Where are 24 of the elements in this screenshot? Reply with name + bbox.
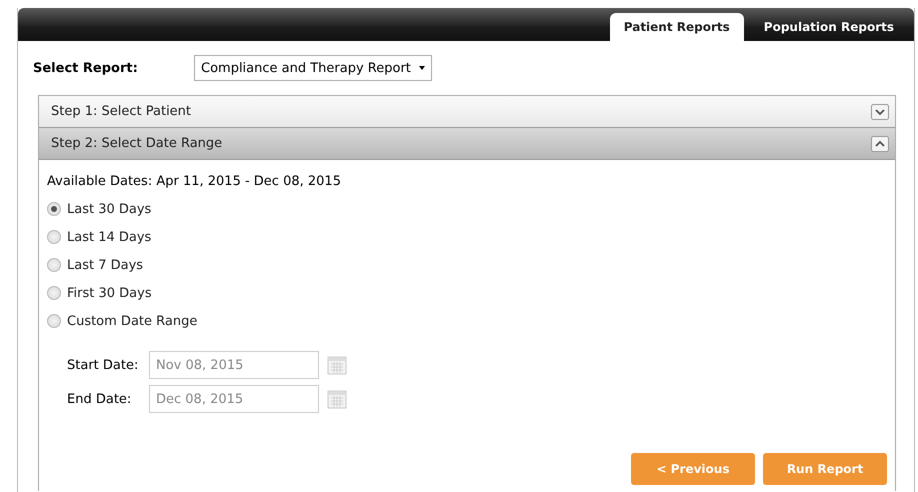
report-tab[interactable]: Population Reports	[750, 13, 908, 41]
date-range-option[interactable]: First 30 Days	[47, 279, 887, 307]
radio-button[interactable]	[47, 314, 61, 328]
radio-button[interactable]	[47, 230, 61, 244]
date-range-option[interactable]: Custom Date Range	[47, 307, 887, 335]
step-header[interactable]: Step 2: Select Date Range	[39, 128, 895, 160]
select-report-label: Select Report:	[33, 60, 139, 76]
available-dates-text: Available Dates: Apr 11, 2015 - Dec 08, 2015	[47, 174, 342, 189]
date-range-option[interactable]: Last 7 Days	[47, 251, 887, 279]
radio-button[interactable]	[47, 202, 61, 216]
step-header[interactable]: Step 1: Select Patient	[39, 96, 895, 128]
date-label: End Date:	[67, 392, 132, 406]
date-range-option[interactable]: Last 30 Days	[47, 195, 887, 223]
calendar-icon[interactable]	[327, 389, 347, 409]
expand-icon	[871, 104, 889, 120]
report-dropdown[interactable]: Compliance and Therapy Report	[194, 55, 432, 81]
radio-button[interactable]	[47, 286, 61, 300]
date-range-option[interactable]: Last 14 Days	[47, 223, 887, 251]
calendar-icon[interactable]	[327, 355, 347, 375]
date-label: Start Date:	[67, 358, 140, 372]
radio-button[interactable]	[47, 258, 61, 272]
report-tab[interactable]: Patient Reports	[610, 13, 744, 41]
collapse-icon	[871, 136, 889, 152]
caret-icon	[418, 66, 425, 70]
